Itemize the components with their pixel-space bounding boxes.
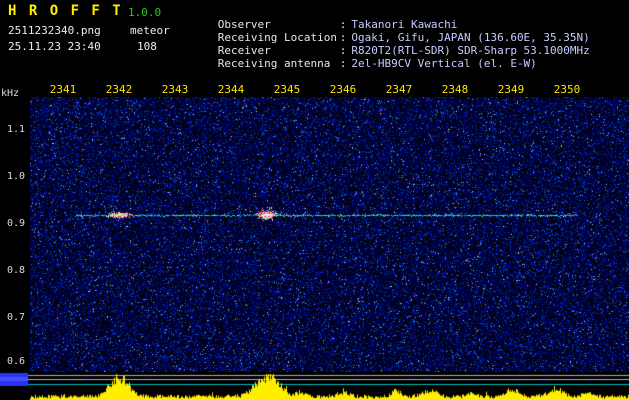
info-label: Receiving antenna <box>217 57 331 70</box>
echo-count: 108 <box>137 40 157 53</box>
time-tick-2346: 2346 <box>329 83 357 96</box>
time-tick-2342: 2342 <box>105 83 133 96</box>
info-value: R820T2(RTL-SDR) SDR-Sharp 53.1000MHz <box>351 44 590 57</box>
datetime-label: 25.11.23 23:40 <box>8 40 101 53</box>
app-title: H R O F F T <box>8 3 123 19</box>
info-row-observer: Observer: Takanori Kawachi <box>178 5 590 31</box>
output-filename: 2511232340.png <box>8 24 101 37</box>
info-separator: : <box>339 44 347 57</box>
freq-tick-0-8: 0.8 <box>6 265 25 276</box>
info-separator: : <box>339 18 347 31</box>
freq-axis-unit: kHz <box>1 88 20 99</box>
info-label: Receiving Location <box>217 31 337 44</box>
freq-tick-0-6: 0.6 <box>6 356 25 367</box>
freq-tick-0-7: 0.7 <box>6 312 25 323</box>
time-tick-2348: 2348 <box>441 83 469 96</box>
mode-label: meteor <box>130 24 170 37</box>
time-tick-2349: 2349 <box>497 83 525 96</box>
info-separator: : <box>339 57 347 70</box>
spectrogram-canvas <box>30 97 629 372</box>
freq-tick-1-1: 1.1 <box>6 124 25 135</box>
hrofft-window: H R O F F T 1.0.0 2511232340.png meteor … <box>0 0 629 400</box>
time-tick-2341: 2341 <box>49 83 77 96</box>
freq-tick-0-9: 0.9 <box>6 218 25 229</box>
time-tick-2344: 2344 <box>217 83 245 96</box>
info-label: Receiver <box>217 44 271 57</box>
time-tick-2350: 2350 <box>553 83 581 96</box>
info-value: Ogaki, Gifu, JAPAN (136.60E, 35.35N) <box>351 31 590 44</box>
info-value: Takanori Kawachi <box>351 18 458 31</box>
freq-tick-1-0: 1.0 <box>6 171 25 182</box>
info-separator: : <box>339 31 347 44</box>
info-label: Observer <box>217 18 271 31</box>
station-info-block: Observer: Takanori Kawachi Receiving Loca… <box>178 5 590 70</box>
app-version: 1.0.0 <box>128 6 162 19</box>
signal-level-strip-canvas <box>0 372 629 400</box>
info-value: 2el-HB9CV Vertical (el. E-W) <box>351 57 537 70</box>
time-tick-2345: 2345 <box>273 83 301 96</box>
time-tick-2347: 2347 <box>385 83 413 96</box>
time-tick-2343: 2343 <box>161 83 189 96</box>
